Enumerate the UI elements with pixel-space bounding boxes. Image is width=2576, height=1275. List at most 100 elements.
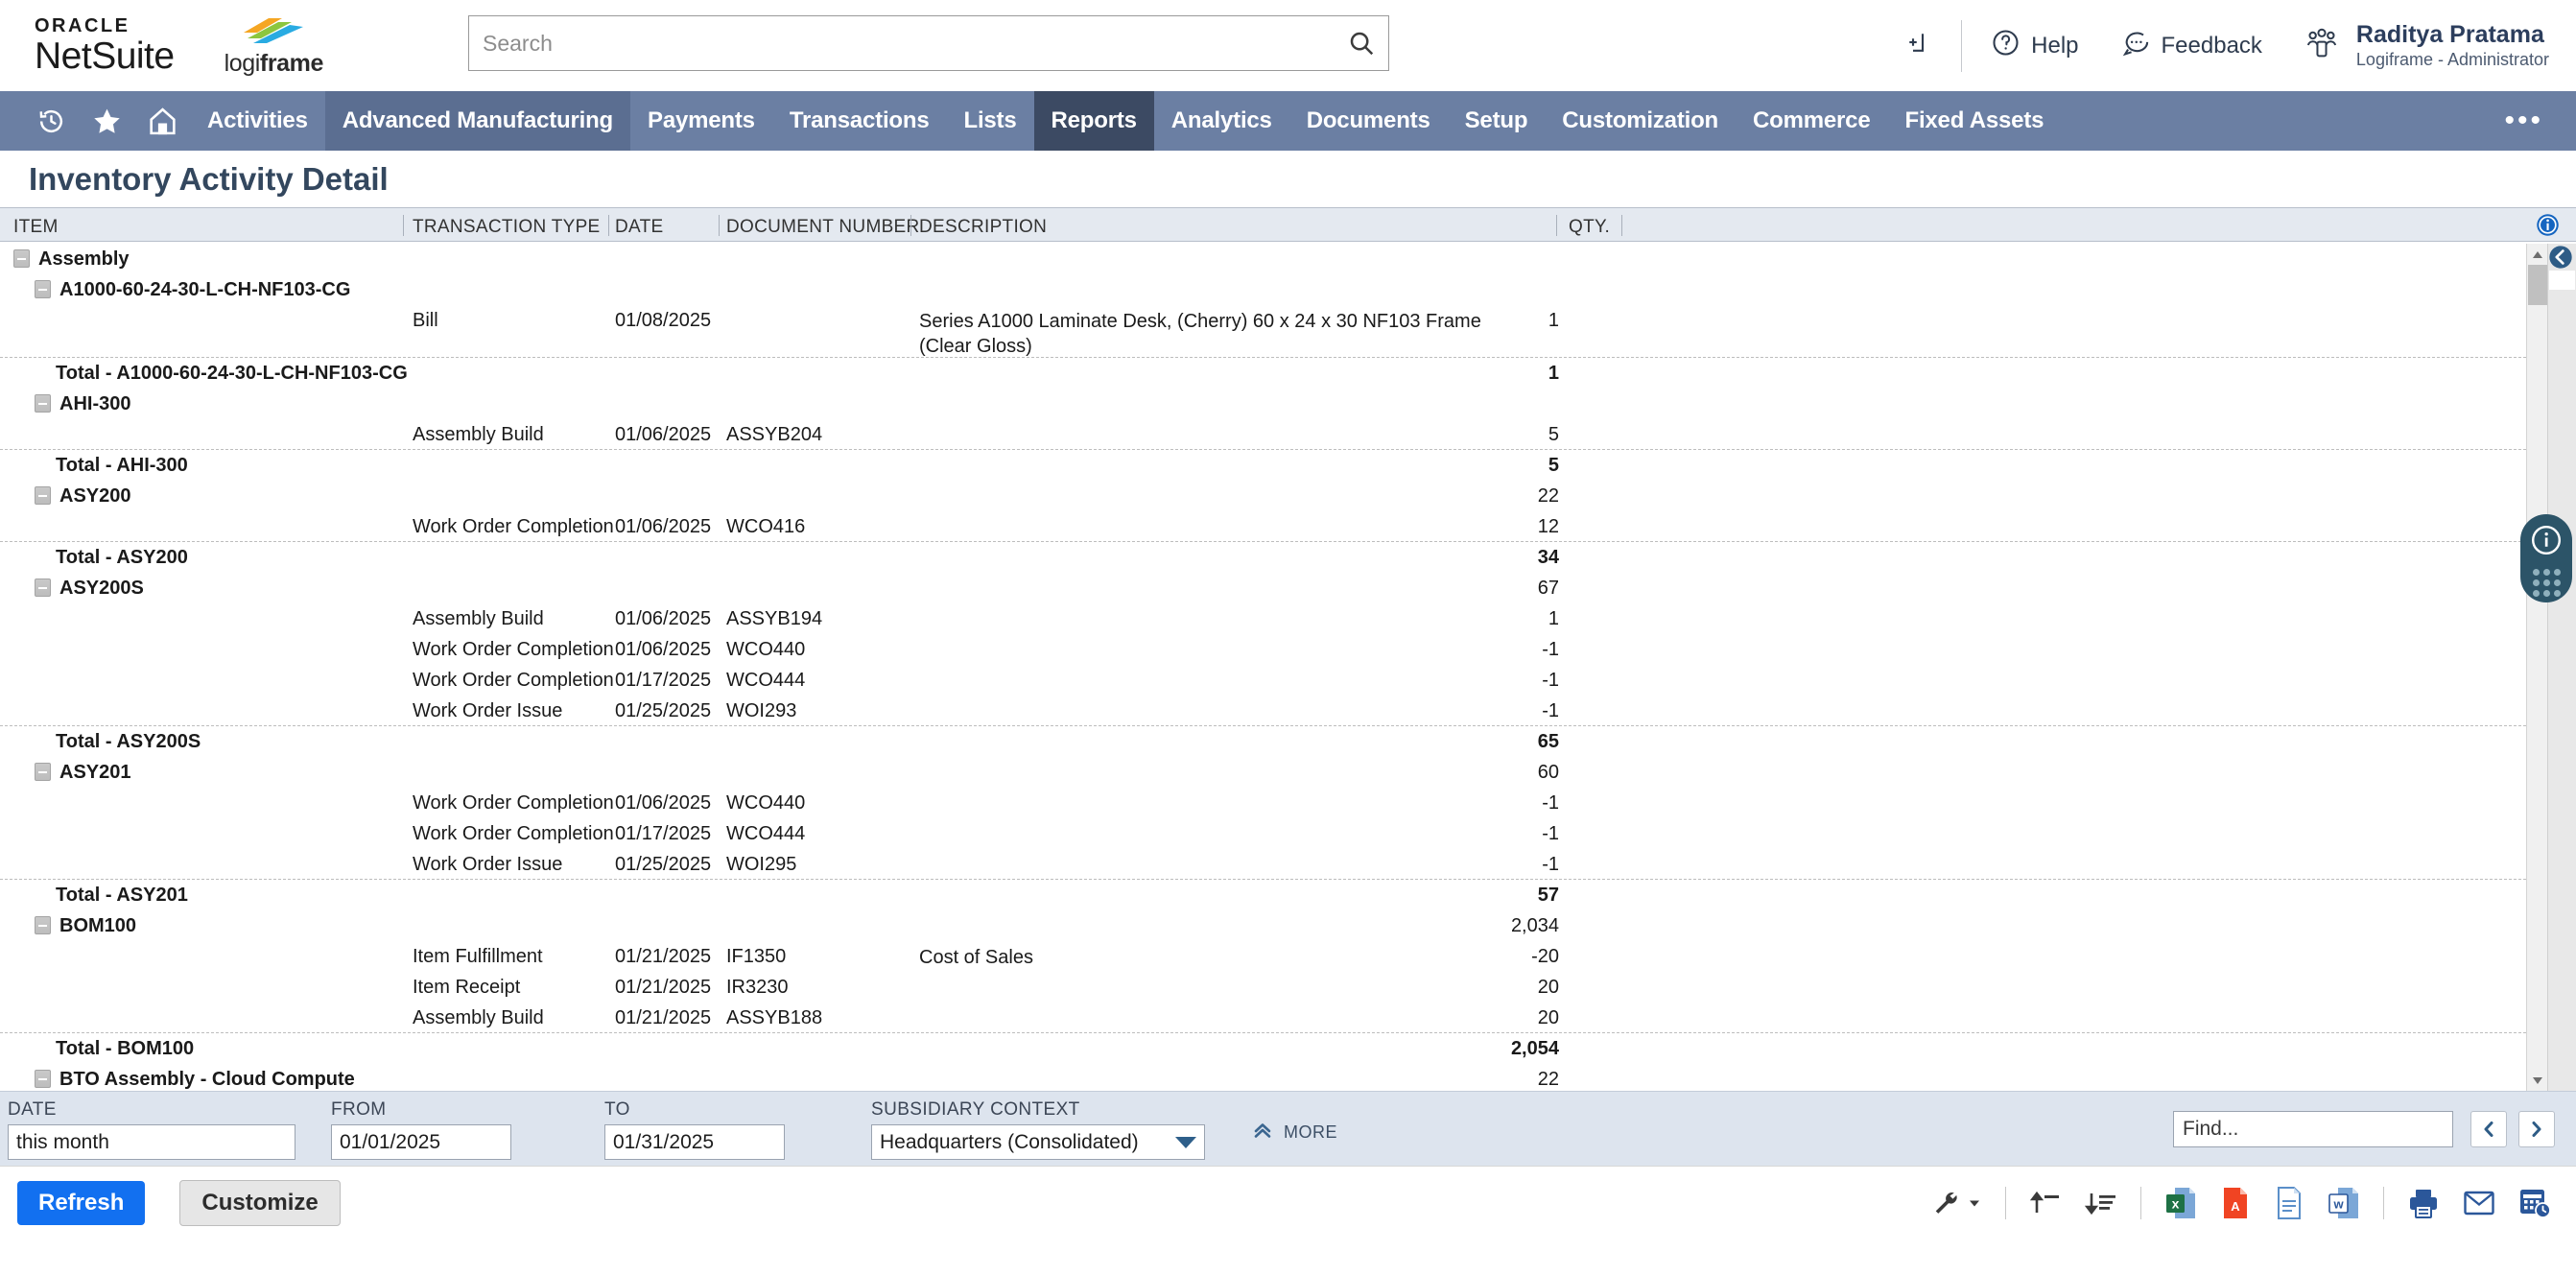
column-header-item[interactable]: ITEM — [13, 217, 59, 238]
user-menu[interactable]: Raditya Pratama Logiframe - Administrato… — [2283, 20, 2549, 70]
nav-item-customization[interactable]: Customization — [1545, 91, 1736, 151]
wrench-settings-icon[interactable] — [1930, 1188, 1982, 1218]
nav-item-fixed-assets[interactable]: Fixed Assets — [1887, 91, 2061, 151]
table-row[interactable]: Item Fulfillment 01/21/2025 IF1350 Cost … — [0, 941, 2526, 972]
help-launcher-widget[interactable] — [2520, 514, 2572, 602]
table-row[interactable]: Work Order Issue 01/25/2025 WOI295 -1 — [0, 849, 2526, 880]
nav-item-advanced-manufacturing[interactable]: Advanced Manufacturing — [324, 91, 631, 151]
nav-item-payments[interactable]: Payments — [630, 91, 772, 151]
collapse-minus-icon[interactable] — [35, 916, 51, 934]
app-grid-icon[interactable] — [2532, 569, 2561, 597]
collapse-minus-icon[interactable] — [35, 280, 51, 298]
collapse-minus-icon[interactable] — [35, 763, 51, 781]
column-header-description[interactable]: DESCRIPTION — [919, 217, 1047, 238]
nav-item-reports[interactable]: Reports — [1033, 91, 1154, 151]
refresh-button[interactable]: Refresh — [17, 1181, 146, 1225]
info-circle-icon[interactable] — [2529, 523, 2564, 562]
nav-item-commerce[interactable]: Commerce — [1736, 91, 1887, 151]
export-csv-document-icon[interactable] — [2274, 1186, 2304, 1220]
table-row[interactable]: ASY200 22 — [0, 481, 2526, 511]
table-row[interactable]: Item Receipt 01/21/2025 IR3230 20 — [0, 972, 2526, 1003]
partner-logo[interactable]: logiframe — [225, 15, 323, 76]
print-icon[interactable] — [2407, 1187, 2440, 1219]
find-input[interactable] — [2173, 1111, 2453, 1147]
search-icon[interactable] — [1339, 21, 1383, 65]
home-icon[interactable] — [134, 91, 190, 151]
report-grid[interactable]: Assembly A1000-60-24-30-L-CH-NF103-CG Bi… — [0, 244, 2526, 1091]
favorites-star-icon[interactable] — [79, 91, 134, 151]
sort-descending-list-icon[interactable] — [2085, 1188, 2117, 1218]
grid-vertical-scrollbar[interactable] — [2526, 244, 2548, 1091]
scrollbar-thumb[interactable] — [2528, 265, 2547, 305]
table-row[interactable]: BTO Assembly - Cloud Compute 22 — [0, 1064, 2526, 1091]
nav-item-transactions[interactable]: Transactions — [772, 91, 947, 151]
table-row[interactable]: A1000-60-24-30-L-CH-NF103-CG — [0, 274, 2526, 305]
subsidiary-select[interactable]: Headquarters (Consolidated) — [871, 1124, 1205, 1160]
group-cell[interactable]: BOM100 — [13, 915, 136, 937]
help-button[interactable]: Help — [1970, 28, 2099, 64]
group-cell[interactable]: BTO Assembly - Cloud Compute — [13, 1069, 355, 1091]
group-cell[interactable]: ASY200 — [13, 485, 131, 508]
export-word-icon[interactable]: w — [2328, 1186, 2360, 1220]
collapse-minus-icon[interactable] — [13, 249, 30, 268]
scroll-down-arrow-icon[interactable] — [2527, 1070, 2548, 1091]
table-row[interactable]: Work Order Issue 01/25/2025 WOI293 -1 — [0, 696, 2526, 726]
collapse-panel-icon[interactable] — [2547, 244, 2574, 271]
search-input[interactable] — [468, 15, 1389, 71]
group-cell[interactable]: ASY201 — [13, 762, 131, 784]
table-row[interactable]: ASY201 60 — [0, 757, 2526, 788]
table-row[interactable]: Work Order Completion 01/17/2025 WCO444 … — [0, 665, 2526, 696]
previous-page-button[interactable] — [2470, 1111, 2507, 1147]
table-row[interactable]: Bill 01/08/2025 Series A1000 Laminate De… — [0, 305, 2526, 358]
column-header-document-number[interactable]: DOCUMENT NUMBER — [726, 217, 920, 238]
column-header-transaction-type[interactable]: TRANSACTION TYPE — [413, 217, 601, 238]
from-date-input[interactable] — [331, 1124, 511, 1160]
sidebar-collapse-strip[interactable] — [2547, 244, 2576, 1091]
group-cell[interactable]: A1000-60-24-30-L-CH-NF103-CG — [13, 279, 350, 301]
table-row[interactable]: Assembly Build 01/06/2025 ASSYB194 1 — [0, 603, 2526, 634]
date-input[interactable] — [8, 1124, 295, 1160]
export-excel-icon[interactable]: x — [2164, 1186, 2197, 1220]
sort-ascending-icon[interactable] — [2029, 1188, 2062, 1218]
email-icon[interactable] — [2463, 1189, 2495, 1217]
collapse-minus-icon[interactable] — [35, 1070, 51, 1088]
group-cell[interactable]: ASY200S — [13, 578, 144, 600]
table-row[interactable]: BOM100 2,034 — [0, 910, 2526, 941]
feedback-button[interactable]: Feedback — [2100, 28, 2283, 64]
nav-item-documents[interactable]: Documents — [1289, 91, 1448, 151]
quick-add-button[interactable] — [1882, 28, 1953, 63]
nav-item-setup[interactable]: Setup — [1448, 91, 1546, 151]
report-info-icon[interactable] — [2535, 212, 2561, 244]
more-filters-toggle[interactable]: MORE — [1250, 1119, 1337, 1146]
customize-button[interactable]: Customize — [179, 1180, 341, 1226]
table-row[interactable]: Assembly Build 01/06/2025 ASSYB204 5 — [0, 419, 2526, 450]
collapse-minus-icon[interactable] — [35, 578, 51, 597]
nav-item-activities[interactable]: Activities — [190, 91, 325, 151]
export-pdf-icon[interactable]: A — [2220, 1186, 2251, 1220]
group-cell[interactable]: Assembly — [13, 248, 130, 271]
collapse-minus-icon[interactable] — [35, 394, 51, 413]
table-row[interactable]: Work Order Completion 01/06/2025 WCO440 … — [0, 634, 2526, 665]
oracle-netsuite-logo[interactable]: ORACLE NetSuite — [35, 16, 175, 75]
collapse-minus-icon[interactable] — [35, 486, 51, 505]
scroll-up-arrow-icon[interactable] — [2527, 244, 2548, 265]
next-page-button[interactable] — [2518, 1111, 2555, 1147]
table-row[interactable]: ASY200S 67 — [0, 573, 2526, 603]
nav-overflow-button[interactable]: ••• — [2504, 91, 2543, 151]
table-row[interactable]: Assembly Build 01/21/2025 ASSYB188 20 — [0, 1003, 2526, 1033]
nav-item-lists[interactable]: Lists — [946, 91, 1033, 151]
group-cell[interactable]: AHI-300 — [13, 393, 130, 415]
table-row[interactable]: Work Order Completion 01/06/2025 WCO440 … — [0, 788, 2526, 818]
column-header-date[interactable]: DATE — [615, 217, 663, 238]
column-header-qty[interactable]: QTY. — [1569, 217, 1610, 238]
recent-history-icon[interactable] — [23, 91, 79, 151]
table-row[interactable]: Work Order Completion 01/17/2025 WCO444 … — [0, 818, 2526, 849]
table-row[interactable]: Work Order Completion 01/06/2025 WCO416 … — [0, 511, 2526, 542]
to-date-input[interactable] — [604, 1124, 785, 1160]
find-field[interactable] — [2173, 1111, 2453, 1147]
nav-item-analytics[interactable]: Analytics — [1154, 91, 1289, 151]
table-row[interactable]: Assembly — [0, 244, 2526, 274]
schedule-report-icon[interactable] — [2518, 1187, 2551, 1219]
global-search[interactable] — [468, 15, 1389, 71]
table-row[interactable]: AHI-300 — [0, 389, 2526, 419]
